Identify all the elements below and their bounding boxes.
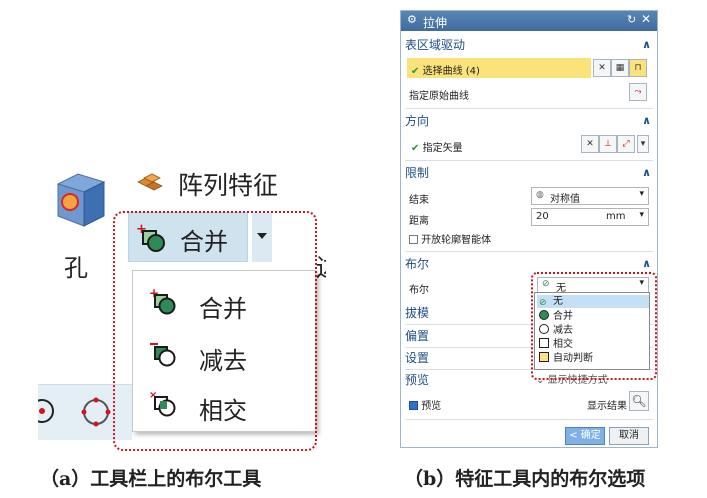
chevron-down-icon: ▾: [639, 210, 644, 220]
section-title: 预览: [405, 373, 430, 387]
caption-b: （b）特征工具内的布尔选项: [404, 468, 646, 490]
symmetric-icon: ◍: [536, 190, 544, 200]
vector-dialog-icon[interactable]: ⤢: [617, 135, 635, 153]
pattern-feature-label[interactable]: 阵列特征: [178, 166, 278, 202]
divider: [405, 108, 653, 109]
cancel-button[interactable]: 取消: [609, 427, 649, 445]
open-profile-checkbox[interactable]: [409, 235, 418, 244]
dialog-titlebar: ⚙ 拉伸 ↻ ✕: [401, 11, 657, 31]
divider: [405, 160, 653, 161]
section-title: 布尔: [405, 257, 430, 271]
dialog-title: 拉伸: [423, 16, 448, 30]
section-title: 限制: [405, 166, 430, 180]
divider: [405, 251, 653, 252]
specify-original-curve-label: 指定原始曲线: [409, 91, 469, 102]
gear-icon[interactable]: ⚙: [407, 13, 417, 26]
specify-vector-label: 指定矢量: [422, 143, 463, 154]
chevron-up-icon: ∧: [642, 38, 651, 51]
preview-checkbox[interactable]: [409, 401, 418, 410]
pattern-feature-icon[interactable]: [136, 170, 164, 192]
check-icon: ✔: [411, 66, 420, 77]
specify-vector-row: ✔ 指定矢量: [411, 139, 463, 154]
section-limits[interactable]: 限制 ∧: [405, 164, 653, 184]
magnifier-icon[interactable]: 🔍︎: [629, 391, 649, 411]
distance-unit: mm: [606, 211, 626, 222]
chevron-up-icon: ∧: [642, 257, 651, 270]
check-icon: ✔: [411, 143, 420, 154]
select-curve-label: 选择曲线 (4): [422, 66, 480, 77]
hole-label[interactable]: 孔: [64, 248, 88, 283]
open-profile-label: 开放轮廓智能体: [421, 235, 492, 246]
preview-label: 预览: [421, 401, 442, 412]
section-direction[interactable]: 方向 ∧: [405, 112, 653, 132]
distance-input[interactable]: 20 mm ▾: [531, 208, 649, 226]
section-curve-icon[interactable]: ⊓: [629, 59, 647, 77]
vector-dropdown-icon[interactable]: ▾: [637, 135, 649, 153]
curve-rule-icon[interactable]: ✕: [593, 59, 611, 77]
divider: [405, 419, 653, 420]
boolean-label: 布尔: [409, 285, 429, 296]
hole-icon[interactable]: [48, 170, 110, 230]
target-icon[interactable]: [38, 396, 62, 426]
reverse-direction-icon[interactable]: ✕: [581, 135, 599, 153]
highlight-border-b: [531, 272, 657, 380]
chevron-up-icon: ∧: [642, 114, 651, 127]
preview-row[interactable]: 预览: [409, 397, 441, 412]
section-title: 方向: [405, 114, 430, 128]
show-result-label: 显示结果: [587, 401, 627, 412]
curve-filter-icon[interactable]: ▦: [611, 59, 629, 77]
ok-button[interactable]: < 确定 >: [565, 427, 605, 457]
chevron-down-icon: ▾: [639, 189, 644, 199]
extrude-dialog: ⚙ 拉伸 ↻ ✕ 表区域驱动 ∧ ✔ 选择曲线 (4) ✕ ▦ ⊓ 指定原始曲线…: [400, 10, 658, 457]
caption-a: （a）工具栏上的布尔工具: [40, 468, 262, 490]
original-curve-icon[interactable]: ⤳: [629, 83, 647, 101]
end-label: 结束: [409, 195, 429, 206]
highlight-border-a: [113, 211, 317, 451]
open-profile-row[interactable]: 开放轮廓智能体: [409, 231, 491, 246]
close-icon[interactable]: ✕: [641, 12, 651, 26]
edge-label-partial: 边: [316, 248, 326, 283]
distance-value: 20: [536, 211, 549, 222]
section-title: 偏置: [405, 329, 430, 343]
chevron-up-icon: ∧: [642, 166, 651, 179]
section-title: 拔模: [405, 306, 430, 320]
section-table-region[interactable]: 表区域驱动 ∧: [405, 36, 653, 56]
section-title: 表区域驱动: [405, 38, 466, 52]
distance-label: 距离: [409, 216, 429, 227]
end-select[interactable]: ◍ 对称值 ▾: [531, 187, 649, 205]
reset-icon[interactable]: ↻: [627, 13, 636, 26]
circle-points-icon[interactable]: [80, 396, 112, 428]
vector-axis-icon[interactable]: ⊥: [599, 135, 617, 153]
select-curve-row-content: ✔ 选择曲线 (4): [411, 62, 480, 77]
section-title: 设置: [405, 351, 430, 365]
end-value: 对称值: [550, 194, 580, 205]
